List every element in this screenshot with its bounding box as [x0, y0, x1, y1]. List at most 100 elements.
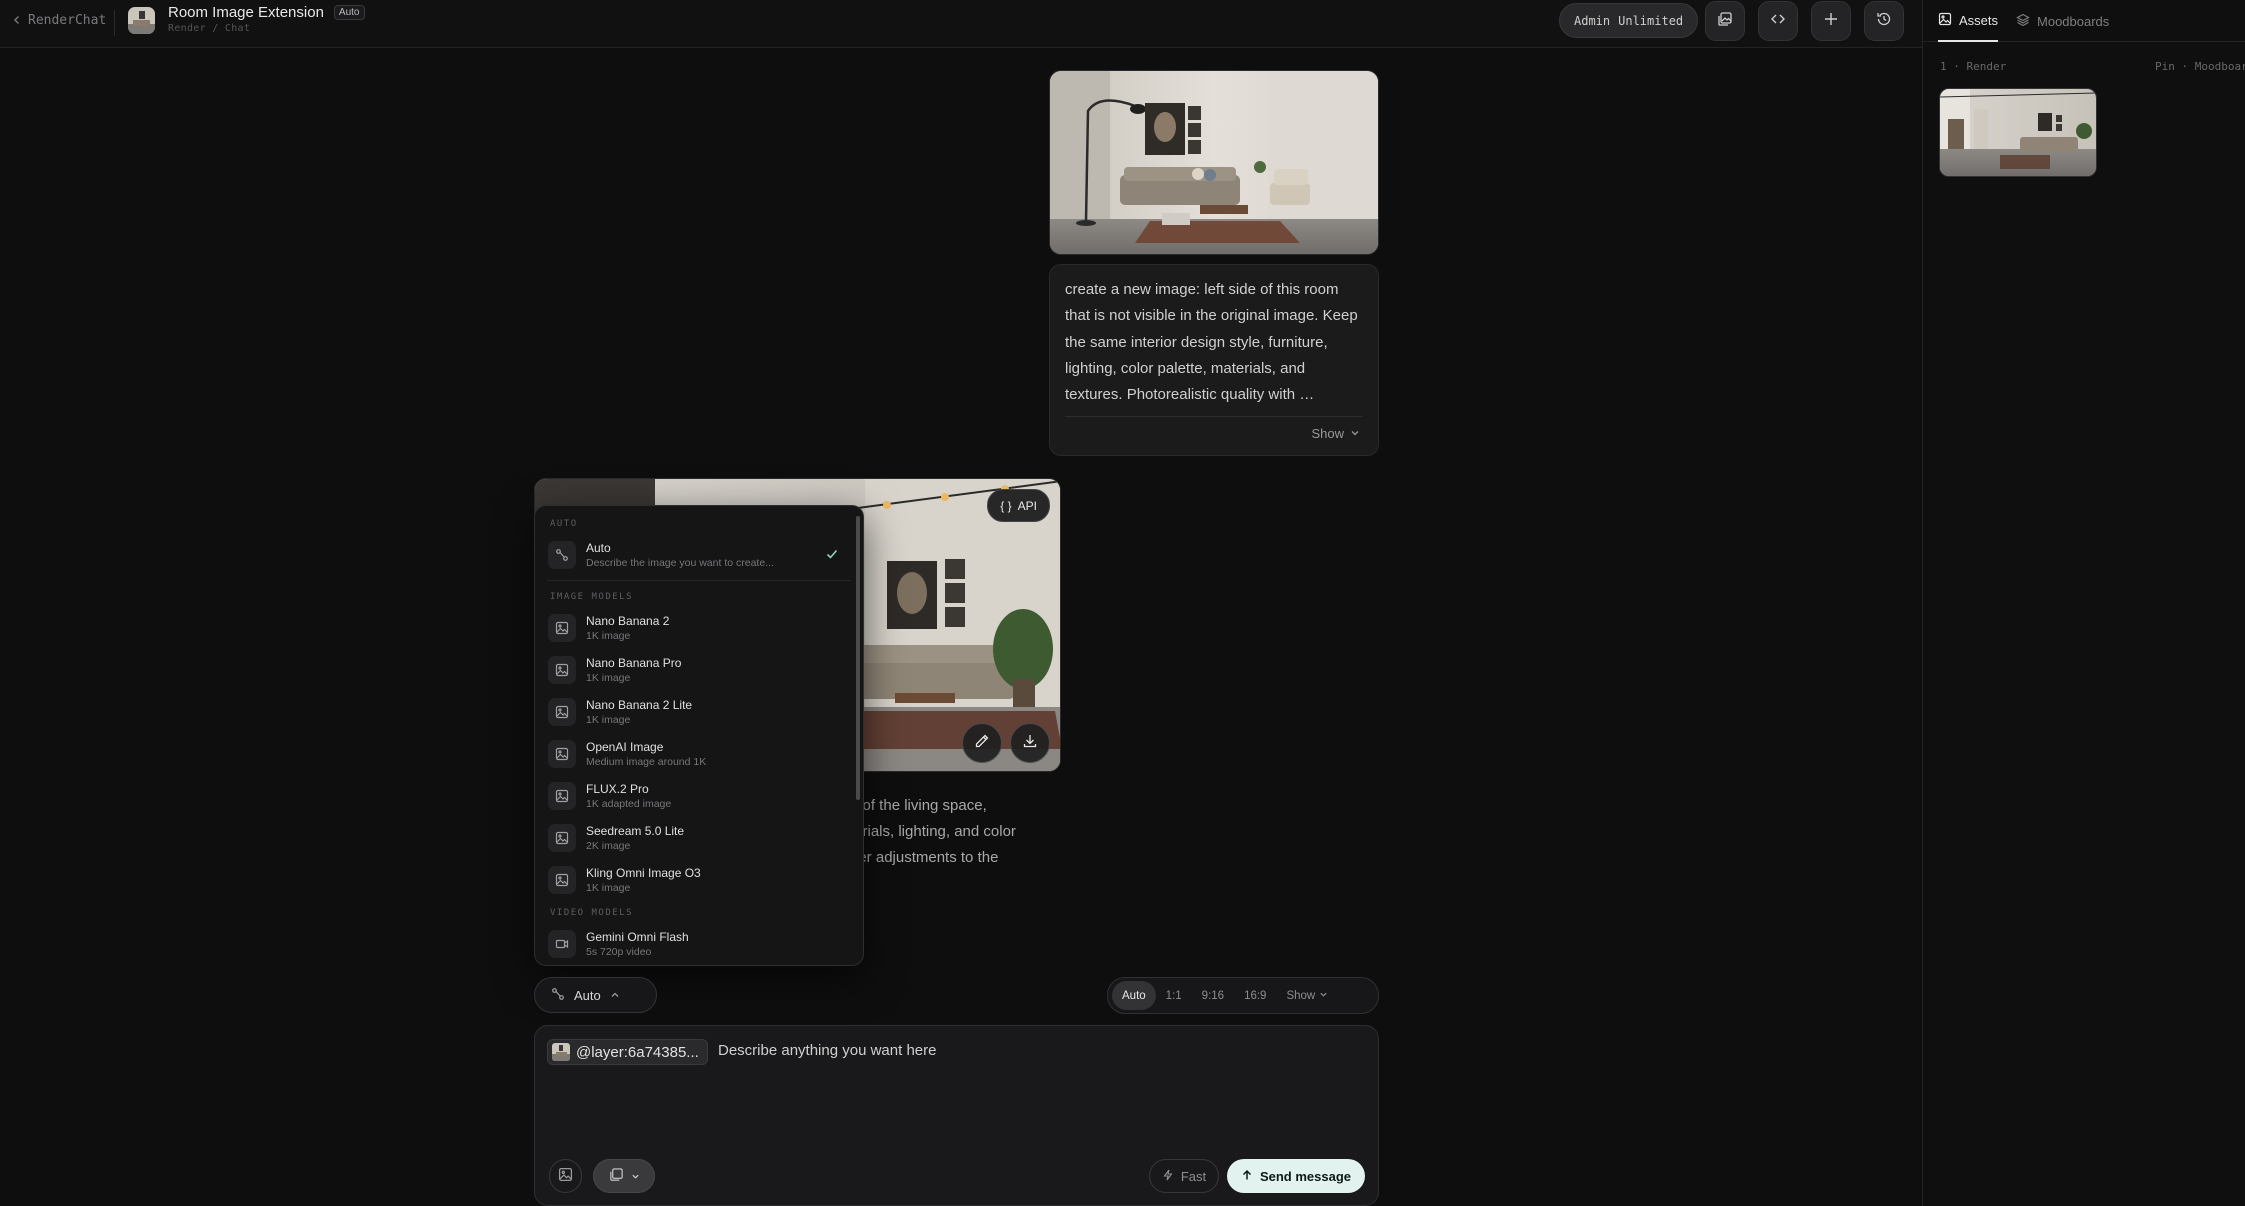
send-message-button[interactable]: Send message	[1227, 1159, 1365, 1193]
pencil-icon	[974, 733, 990, 754]
model-option-desc: 2K image	[586, 840, 631, 852]
model-dropdown-menu: AUTO Auto Describe the image you want to…	[534, 505, 864, 966]
model-option[interactable]: Nano Banana Pro 1K image	[535, 649, 863, 691]
edit-image-button[interactable]	[962, 723, 1002, 763]
chevron-left-icon	[12, 13, 22, 28]
model-option-name: Auto	[586, 541, 611, 555]
images-icon	[1717, 11, 1733, 32]
tab-moodboards[interactable]: Moodboards	[2016, 0, 2109, 42]
tab-assets[interactable]: Assets	[1938, 0, 1999, 42]
tab-moodboards-label: Moodboards	[2037, 13, 2110, 29]
reference-mode-button[interactable]	[593, 1159, 655, 1193]
model-option-desc: 1K image	[586, 714, 631, 726]
model-option[interactable]: Kling Omni Image O3 1K image	[535, 859, 863, 901]
image-icon	[548, 866, 576, 894]
model-option-name: Nano Banana Pro	[586, 656, 682, 670]
tab-assets-label: Assets	[1959, 12, 1999, 28]
divider	[114, 10, 115, 36]
fast-mode-button[interactable]: Fast	[1149, 1159, 1219, 1193]
model-option[interactable]: Seedream 5.0 Lite 2K image	[535, 817, 863, 859]
show-more-toggle[interactable]: Show	[1311, 426, 1360, 441]
model-option-desc: Describe the image you want to create...	[586, 557, 774, 569]
image-models-heading: IMAGE MODELS	[550, 592, 634, 602]
user-message: create a new image: left side of this ro…	[1049, 264, 1379, 456]
image-model-list: Nano Banana 2 1K image Nano Banana Pro 1K i…	[535, 607, 863, 901]
video-icon	[548, 930, 576, 958]
image-icon	[1938, 12, 1952, 29]
assets-meta-row: 1 · Render Pin · Moodboard	[1940, 60, 2245, 73]
mode-badge: Auto	[333, 5, 365, 20]
page-title: Room Image Extension	[168, 4, 324, 21]
model-option-name: Nano Banana 2	[586, 614, 670, 628]
layer-reference-chip[interactable]: @layer:6a74385...	[547, 1039, 708, 1065]
download-image-button[interactable]	[1010, 723, 1050, 763]
auto-section-heading: AUTO	[550, 519, 578, 529]
divider	[547, 580, 851, 581]
image-icon	[548, 782, 576, 810]
chevron-down-icon	[1319, 990, 1328, 1002]
model-option-name: Gemini Omni Flash	[586, 930, 689, 944]
model-option[interactable]: Nano Banana 2 Lite 1K image	[535, 691, 863, 733]
model-option[interactable]: FLUX.2 Pro 1K adapted image	[535, 775, 863, 817]
route-icon	[548, 541, 576, 569]
new-chat-button[interactable]	[1811, 1, 1851, 41]
project-thumbnail[interactable]	[128, 7, 155, 34]
image-icon	[548, 656, 576, 684]
image-icon	[548, 740, 576, 768]
message-input[interactable]: Describe anything you want here	[718, 1042, 936, 1059]
image-icon	[548, 614, 576, 642]
code-button[interactable]	[1758, 1, 1798, 41]
model-option-desc: 1K image	[586, 882, 631, 894]
layer-chip-label: @layer:6a74385...	[576, 1043, 699, 1061]
model-option-name: Kling Omni Image O3	[586, 866, 701, 880]
show-more-label: Show	[1311, 426, 1344, 441]
attach-image-button[interactable]	[549, 1159, 582, 1193]
back-link-label: RenderChat	[28, 13, 107, 28]
send-message-label: Send message	[1259, 1168, 1352, 1184]
message-composer[interactable]: @layer:6a74385... Describe anything you …	[534, 1025, 1379, 1206]
model-option-name: OpenAI Image	[586, 740, 664, 754]
plan-value: Unlimited	[1618, 13, 1684, 28]
breadcrumb: Render / Chat	[168, 23, 251, 34]
user-message-text: create a new image: left side of this ro…	[1065, 281, 1358, 404]
gallery-button[interactable]	[1705, 1, 1745, 41]
asset-count: 1 · Render	[1940, 60, 2007, 73]
model-option[interactable]: Gemini Omni Flash 5s 720p video	[535, 923, 863, 965]
check-icon	[825, 547, 839, 566]
model-option-name: FLUX.2 Pro	[586, 782, 649, 796]
history-button[interactable]	[1864, 1, 1904, 41]
model-option-auto[interactable]: Auto Describe the image you want to crea…	[535, 534, 863, 576]
api-button[interactable]: { } API	[987, 489, 1050, 522]
layers-icon	[2016, 13, 2030, 30]
panel-tabs: Assets Moodboards	[1923, 0, 2245, 42]
ratio-more-toggle[interactable]: Show	[1276, 981, 1338, 1010]
ratio-more-label: Show	[1286, 989, 1316, 1002]
ratio-option-16-9[interactable]: 16:9	[1234, 981, 1276, 1010]
top-bar: RenderChat Room Image Extension Auto Ren…	[0, 0, 1922, 48]
ratio-option-9-16[interactable]: 9:16	[1192, 981, 1234, 1010]
lightning-icon	[1162, 1169, 1174, 1184]
plan-pill[interactable]: Admin Unlimited	[1559, 3, 1699, 38]
layer-thumbnail	[552, 1043, 570, 1061]
title-block: Room Image Extension Auto Render / Chat	[168, 4, 365, 34]
plus-icon	[1824, 12, 1838, 31]
back-link[interactable]: RenderChat	[12, 13, 106, 28]
pin-moodboard-label[interactable]: Pin · Moodboard	[2155, 60, 2245, 73]
model-option[interactable]: Nano Banana 2 1K image	[535, 607, 863, 649]
image-icon	[558, 1167, 573, 1185]
image-stack-icon	[609, 1167, 624, 1185]
asset-thumbnail[interactable]	[1939, 88, 2097, 177]
fast-mode-label: Fast	[1180, 1168, 1207, 1184]
code-icon	[1770, 11, 1786, 32]
model-option-name: Seedream 5.0 Lite	[586, 824, 685, 838]
video-models-heading: VIDEO MODELS	[550, 908, 634, 918]
right-panel: Assets Moodboards 1 · Render Pin · Moodb…	[1922, 0, 2245, 1206]
model-option-desc: Medium image around 1K	[586, 756, 707, 768]
model-selector[interactable]: Auto	[534, 977, 657, 1013]
user-reference-image[interactable]	[1049, 70, 1379, 255]
aspect-ratio-selector: Auto 1:1 9:16 16:9 Show	[1107, 977, 1379, 1014]
image-icon	[548, 698, 576, 726]
ratio-option-1-1[interactable]: 1:1	[1156, 981, 1192, 1010]
ratio-option-auto[interactable]: Auto	[1112, 981, 1156, 1010]
model-option[interactable]: OpenAI Image Medium image around 1K	[535, 733, 863, 775]
